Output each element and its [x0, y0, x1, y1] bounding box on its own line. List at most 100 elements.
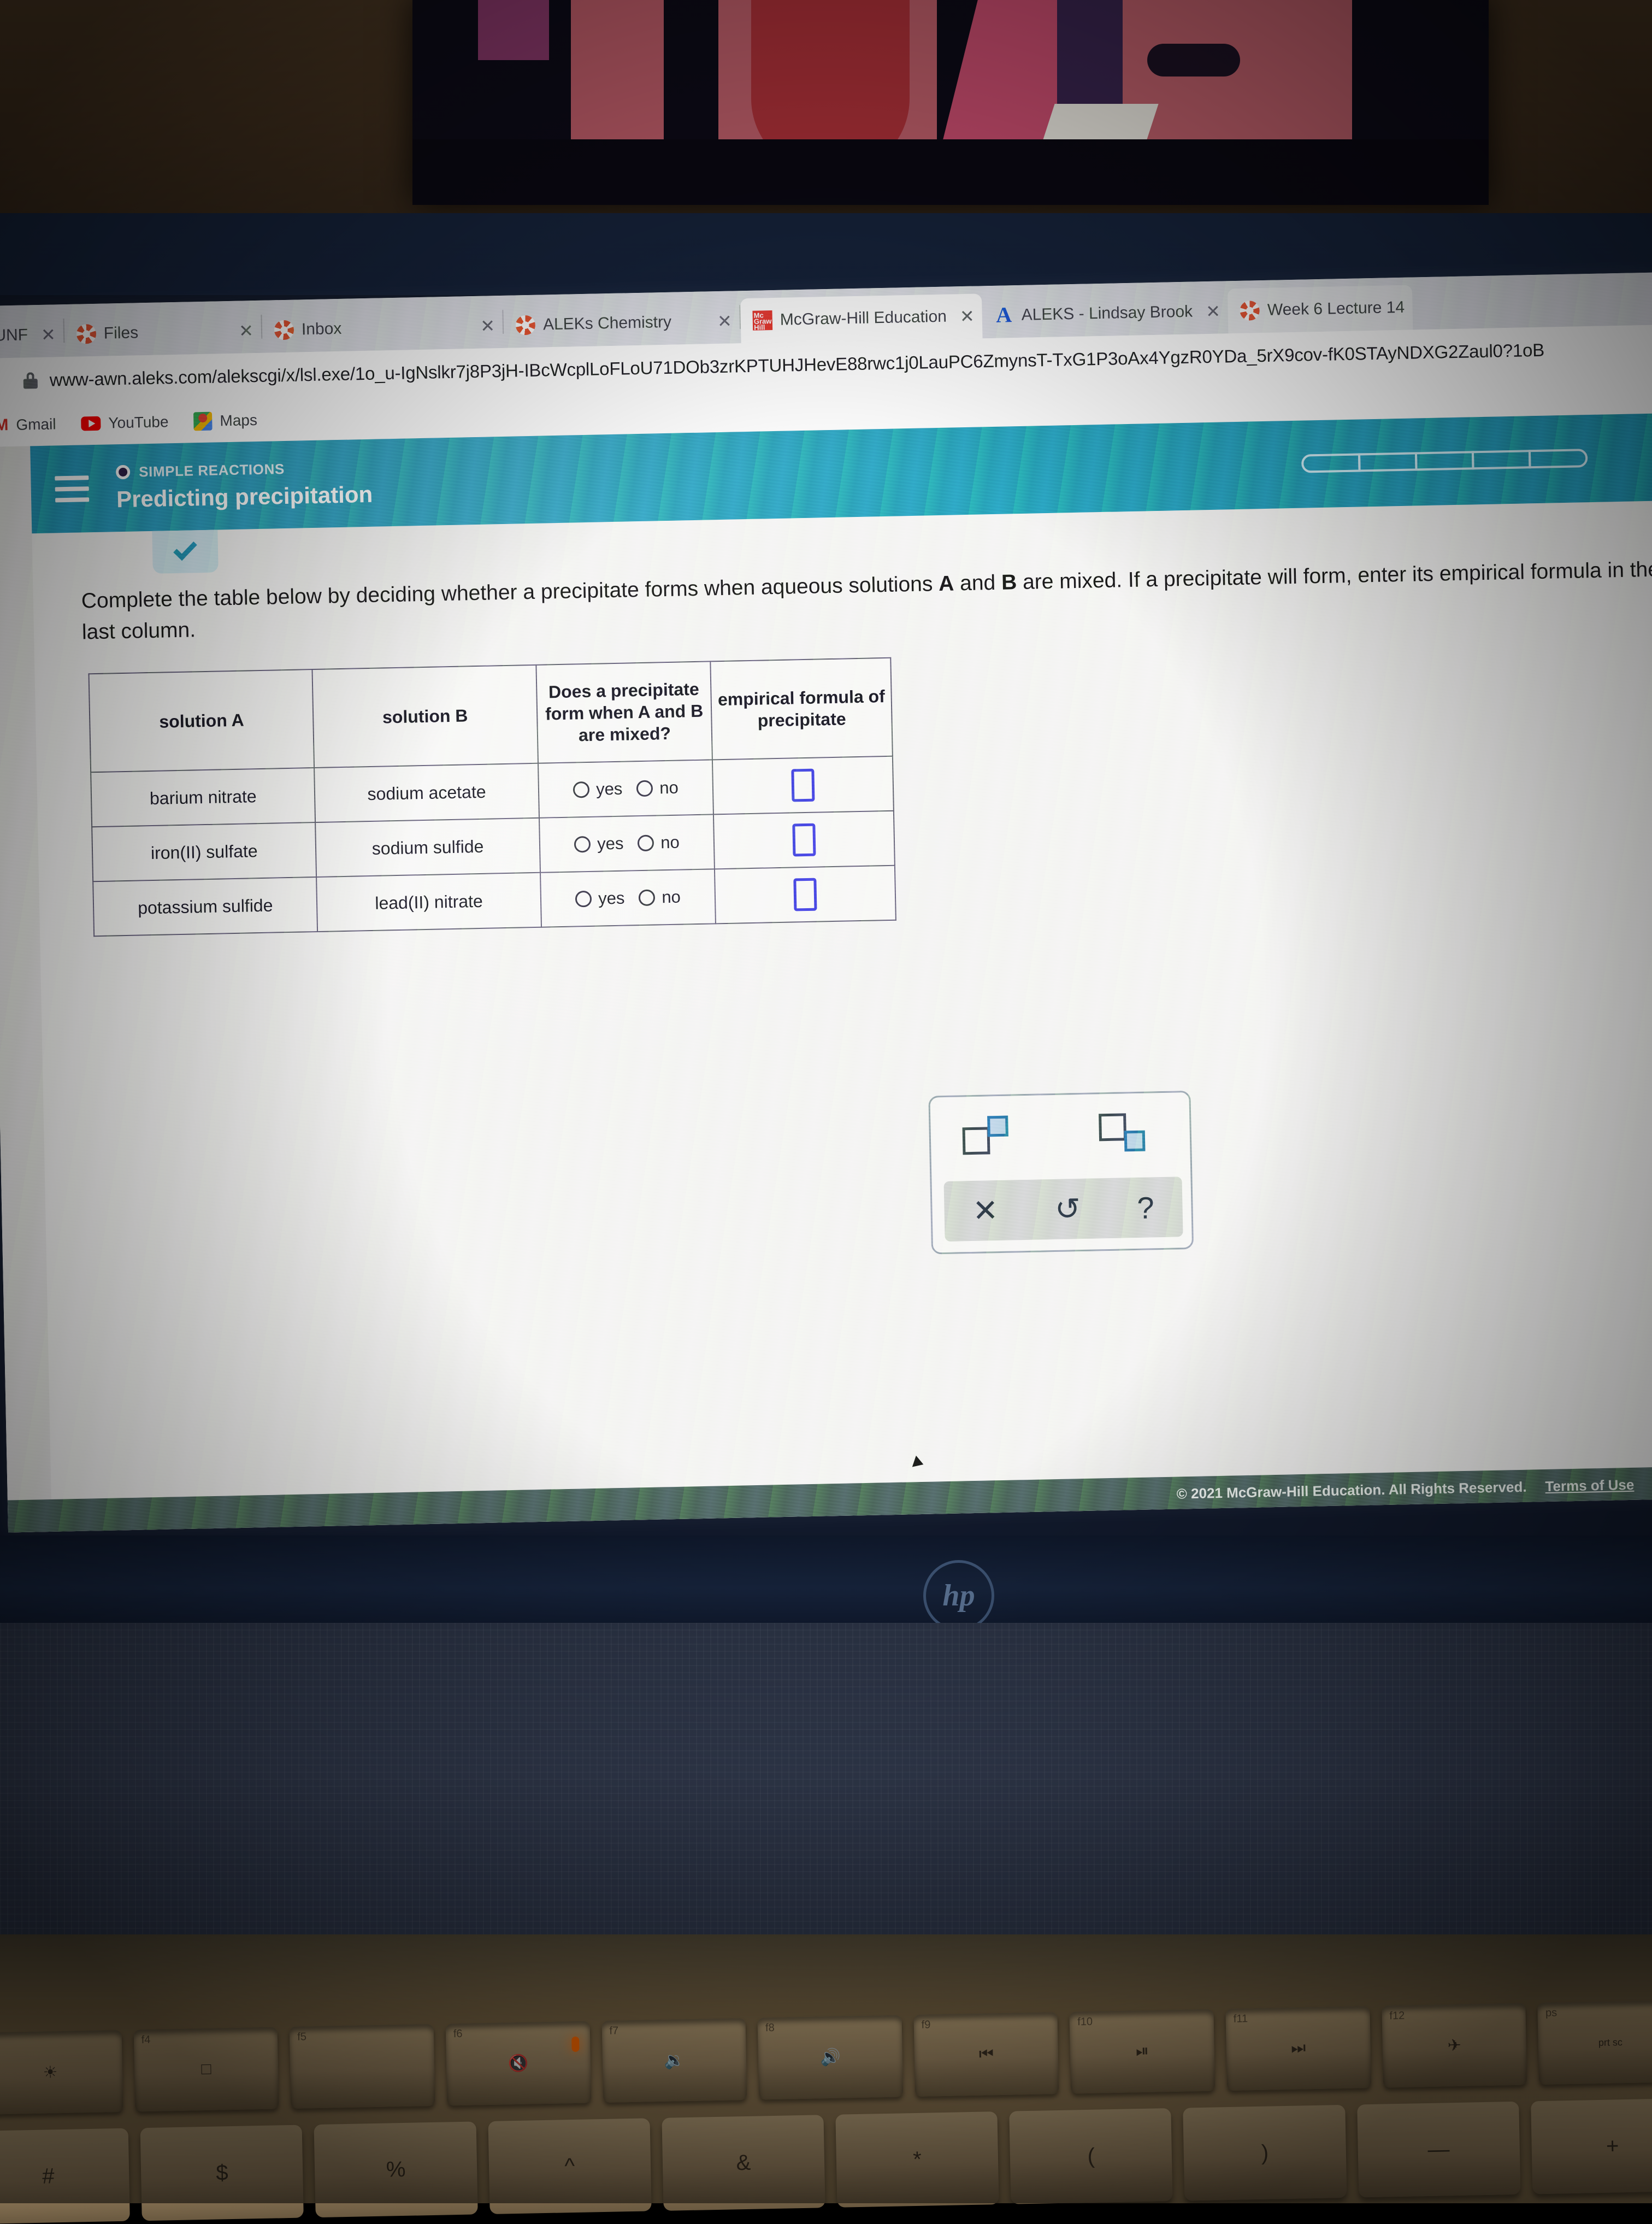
browser-tab[interactable]: Week 6 Lecture 14 [1228, 285, 1413, 334]
progress-segment [1528, 449, 1588, 469]
radio-yes-label: yes [598, 888, 625, 908]
help-icon[interactable]: ? [1137, 1190, 1154, 1226]
bookmark-youtube[interactable]: YouTube [81, 413, 169, 432]
browser-tab[interactable]: A ALEKS - Lindsay Brook ✕ [982, 289, 1229, 338]
subscript-icon[interactable] [1099, 1113, 1159, 1152]
tab-label: Files [103, 323, 139, 343]
radio-circle-icon [639, 889, 656, 907]
key-glyph: ✈ [1447, 2036, 1462, 2055]
radio-no[interactable]: no [636, 778, 678, 799]
progress-segment [1471, 450, 1531, 470]
tab-close-icon[interactable]: ✕ [41, 324, 56, 345]
key-fnum: f6 [453, 2027, 463, 2040]
formula-input-box[interactable] [792, 823, 816, 857]
radio-circle-icon [574, 836, 591, 853]
radio-no-label: no [660, 832, 680, 852]
key-3[interactable]: # [0, 2128, 131, 2224]
radio-yes-label: yes [597, 833, 624, 854]
cell-formula-input[interactable] [715, 865, 896, 924]
key-f8-volume-up[interactable]: f8 🔊 [757, 2015, 904, 2100]
tab-label: Inbox [301, 319, 342, 339]
key-f12-airplane[interactable]: f12 ✈ [1382, 2003, 1527, 2088]
key-7[interactable]: & [662, 2115, 825, 2211]
collapse-panel-button[interactable] [152, 529, 219, 574]
laptop-keyboard: f3☀ f4 □ f5 f6 🔇 f7 🔉 f8 🔊 f9 ⏮ f10 ⏯ f11 ⏭ f12… [0, 2000, 1652, 2224]
key-fnum: f4 [141, 2033, 151, 2046]
key-glyph: ^ [564, 2154, 575, 2178]
tv-animation-frame [412, 0, 1489, 205]
browser-tab-active[interactable]: Mc Graw Hill McGraw-Hill Education ✕ [740, 293, 983, 344]
key-4[interactable]: $ [140, 2125, 304, 2221]
radio-yes-label: yes [595, 779, 623, 799]
key-8[interactable]: * [835, 2111, 999, 2208]
formula-input-box[interactable] [793, 878, 817, 911]
key-f10-play-pause[interactable]: f10 ⏯ [1069, 2009, 1216, 2094]
hamburger-menu-icon[interactable] [55, 475, 90, 503]
subscript-small-square [1124, 1130, 1146, 1152]
key-6[interactable]: ^ [488, 2118, 652, 2214]
tab-close-icon[interactable]: ✕ [480, 315, 495, 337]
radio-no[interactable]: no [638, 833, 680, 854]
column-header-precipitate-question: Does a precipitate form when A and B are… [536, 661, 713, 763]
tab-close-icon[interactable]: ✕ [1206, 301, 1221, 322]
cell-formula-input[interactable] [712, 756, 894, 815]
key-f11-next[interactable]: f11 ⏭ [1225, 2006, 1371, 2091]
key-fnum: f10 [1077, 2015, 1093, 2028]
page-left-gutter [0, 446, 52, 1533]
undo-icon[interactable]: ↺ [1054, 1191, 1081, 1227]
terms-of-use-link[interactable]: Terms of Use [1545, 1476, 1634, 1495]
key-fnum: f9 [921, 2019, 931, 2031]
radio-circle-icon [636, 780, 653, 797]
progress-indicator [1301, 449, 1588, 473]
topic-dot-icon [115, 464, 131, 480]
key-f3[interactable]: f3☀ [0, 2029, 123, 2115]
browser-tab[interactable]: Files ✕ [64, 308, 262, 357]
browser-tab[interactable]: - UNF ✕ [0, 312, 64, 358]
key-glyph: & [736, 2150, 751, 2175]
copyright-text: © 2021 McGraw-Hill Education. All Rights… [1176, 1478, 1527, 1502]
bookmark-maps[interactable]: Maps [193, 411, 257, 431]
radio-yes[interactable]: yes [573, 779, 623, 800]
instructions-text: Complete the table below by deciding whe… [81, 555, 1652, 648]
radio-yes[interactable]: yes [574, 834, 624, 855]
key-f5[interactable]: f5 [289, 2023, 435, 2109]
radio-yes[interactable]: yes [575, 889, 625, 909]
browser-tab[interactable]: ALEKs Chemistry ✕ [503, 298, 740, 348]
radio-circle-icon [638, 834, 654, 852]
tab-label: Week 6 Lecture 14 [1267, 298, 1405, 319]
number-key-row: # $ % ^ & * ( ) — + [0, 2098, 1652, 2224]
cell-solution-a: barium nitrate [91, 768, 316, 827]
key-equals[interactable]: + [1530, 2098, 1652, 2194]
clear-icon[interactable]: ✕ [972, 1192, 999, 1229]
key-glyph: ⏭ [1290, 2039, 1306, 2057]
key-f9-previous[interactable]: f9 ⏮ [913, 2012, 1059, 2097]
browser-tab[interactable]: Inbox ✕ [262, 303, 503, 353]
mute-led-indicator [571, 2036, 580, 2052]
key-9[interactable]: ( [1009, 2108, 1173, 2204]
key-0[interactable]: ) [1183, 2104, 1347, 2201]
key-glyph: + [1606, 2133, 1619, 2158]
tab-close-icon[interactable]: ✕ [239, 320, 254, 342]
tab-close-icon[interactable]: ✕ [717, 311, 733, 332]
key-print-screen[interactable]: ps prt sc [1537, 2000, 1652, 2085]
chemistry-tool-palette: ✕ ↺ ? [928, 1090, 1194, 1255]
lock-icon [23, 372, 38, 389]
hp-logo: hp [923, 1560, 994, 1631]
tab-label: McGraw-Hill Education [780, 307, 947, 329]
formula-input-box[interactable] [791, 768, 815, 802]
key-f7-volume-down[interactable]: f7 🔉 [601, 2017, 747, 2103]
key-fnum: ps [1545, 2007, 1557, 2019]
key-f6-mute[interactable]: f6 🔇 [445, 2021, 591, 2106]
key-glyph: ☀ [43, 2063, 58, 2082]
cell-formula-input[interactable] [713, 810, 895, 869]
progress-segment [1414, 451, 1474, 471]
column-header-solution-b: solution B [312, 664, 538, 768]
key-fnum: f5 [297, 2031, 307, 2043]
key-glyph: * [912, 2147, 922, 2172]
bookmark-gmail[interactable]: M Gmail [0, 415, 56, 434]
key-minus[interactable]: — [1356, 2101, 1521, 2198]
tab-close-icon[interactable]: ✕ [960, 306, 975, 327]
radio-no[interactable]: no [639, 887, 681, 908]
key-f4[interactable]: f4 □ [133, 2027, 279, 2112]
superscript-icon[interactable] [962, 1115, 1023, 1155]
